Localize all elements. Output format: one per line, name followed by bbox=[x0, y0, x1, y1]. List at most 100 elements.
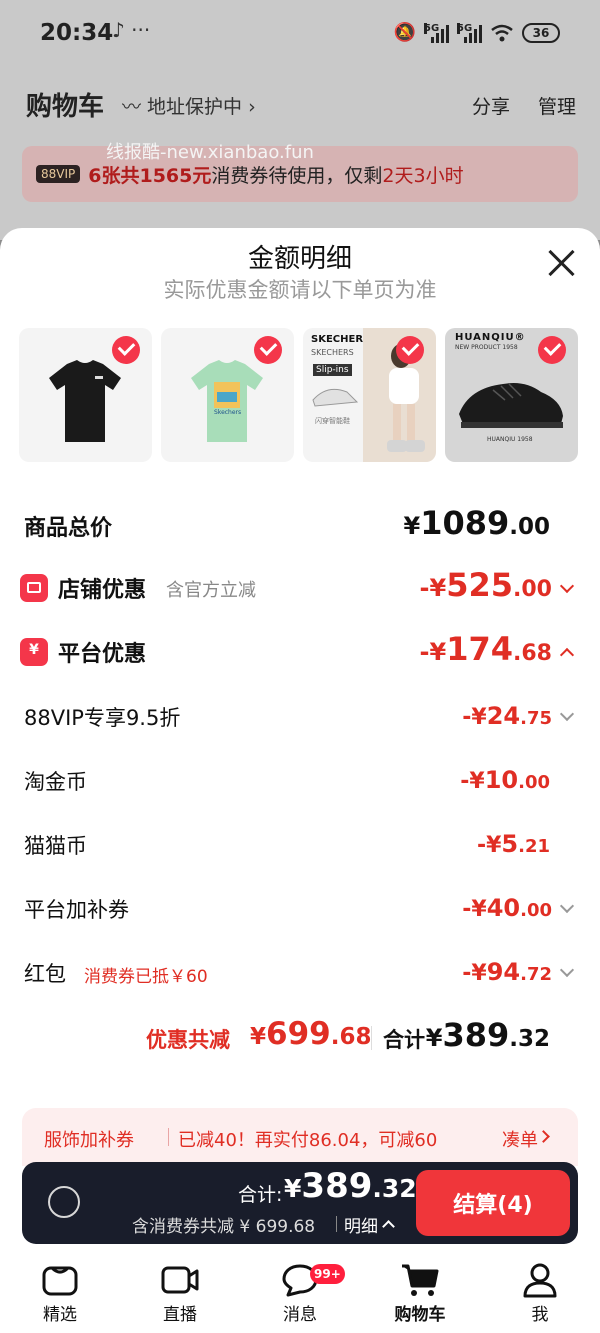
wifi-icon bbox=[491, 24, 513, 41]
row-platform-coupon[interactable]: 平台加补券 -¥ 40.00 bbox=[0, 894, 600, 930]
vip-discount-value: -¥ 24.75 bbox=[462, 702, 575, 730]
divider bbox=[336, 1216, 337, 1232]
unread-badge: 99+ bbox=[310, 1264, 345, 1284]
black-tshirt-image bbox=[49, 360, 121, 442]
video-icon bbox=[161, 1266, 199, 1294]
vip-time-left: 2天3小时 bbox=[382, 164, 464, 187]
goods-total-value: ¥1089.00 bbox=[403, 504, 550, 542]
promo-title: 服饰加补券 bbox=[44, 1130, 134, 1151]
user-icon bbox=[523, 1263, 557, 1298]
goods-total-label: 商品总价 bbox=[24, 516, 113, 541]
vip-discount-label: 88VIP专享9.5折 bbox=[24, 706, 181, 730]
platform-coupon-label: 平台加补券 bbox=[24, 898, 129, 922]
product-footnote: HUANQIU 1958 bbox=[487, 436, 533, 443]
row-goods-total: 商品总价 ¥1089.00 bbox=[0, 504, 600, 550]
discount-summary: 优惠共减 ¥699.68 合计 ¥389.32 bbox=[0, 1016, 600, 1056]
tab-me[interactable]: 我 bbox=[480, 1258, 600, 1333]
row-store-discount[interactable]: 店铺优惠 含官方立减 -¥ 525.00 bbox=[0, 566, 600, 612]
battery-icon: 36 bbox=[522, 22, 560, 43]
tab-label: 精选 bbox=[43, 1305, 77, 1325]
store-discount-value: -¥ 525.00 bbox=[420, 566, 575, 604]
red-packet-label: 红包 bbox=[24, 962, 66, 986]
eye-closed-icon: 〰 bbox=[122, 96, 148, 118]
product-thumb-black-tee[interactable] bbox=[19, 328, 152, 462]
select-all-radio[interactable] bbox=[48, 1186, 80, 1218]
discount-total-label: 优惠共减 bbox=[146, 1028, 230, 1052]
chevron-down-icon bbox=[559, 706, 575, 722]
chevron-down-icon bbox=[559, 578, 575, 594]
manage-button[interactable]: 管理 bbox=[538, 92, 576, 119]
coupon-icon: ¥ bbox=[20, 638, 48, 666]
address-protect-label: 地址保护中 › bbox=[147, 96, 256, 118]
tab-live[interactable]: 直播 bbox=[120, 1258, 240, 1333]
cart-title: 购物车 bbox=[26, 92, 105, 122]
add-items-link[interactable]: 凑单 bbox=[502, 1126, 538, 1152]
divider bbox=[168, 1128, 169, 1146]
discount-total-value: ¥699.68 bbox=[250, 1016, 372, 1052]
row-tao-coin: 淘金币 -¥ 10.00 bbox=[0, 766, 600, 802]
status-notification-icons: ♪ ··· bbox=[112, 18, 151, 42]
row-88vip[interactable]: 88VIP专享9.5折 -¥ 24.75 bbox=[0, 702, 600, 738]
status-indicators: 🔕 5G 5G 36 bbox=[394, 22, 560, 43]
product-thumb-green-tee[interactable]: Skechers bbox=[161, 328, 294, 462]
promo-text: 已减40！再实付86.04，可减60 bbox=[178, 1130, 438, 1151]
tao-coin-value: -¥ 10.00 bbox=[460, 766, 550, 794]
cart-header: 购物车 〰 地址保护中 › 分享 管理 bbox=[26, 86, 576, 126]
checkout-discount-note: 含消费券共减 ¥ 699.68 bbox=[132, 1217, 316, 1237]
row-cat-coin: 猫猫币 -¥ 5.21 bbox=[0, 830, 600, 866]
chevron-right-icon bbox=[537, 1130, 550, 1143]
chevron-down-icon bbox=[559, 962, 575, 978]
tab-label: 直播 bbox=[163, 1305, 197, 1325]
green-tee-brand: Skechers bbox=[214, 409, 241, 416]
amount-detail-sheet: 金额明细 实际优惠金额请以下单页为准 Skechers SKECHERS SKE… bbox=[0, 228, 600, 1333]
selected-check-icon[interactable] bbox=[112, 336, 140, 364]
tab-featured[interactable]: 精选 bbox=[0, 1258, 120, 1333]
tab-label: 消息 bbox=[283, 1305, 317, 1325]
tao-coin-label: 淘金币 bbox=[24, 770, 87, 794]
platform-discount-label: 平台优惠 bbox=[58, 642, 147, 667]
chevron-up-icon bbox=[382, 1220, 395, 1233]
tab-cart[interactable]: 购物车 bbox=[360, 1258, 480, 1333]
featured-icon bbox=[42, 1266, 78, 1296]
status-bar: 20:34 ♪ ··· 🔕 5G 5G 36 bbox=[0, 0, 600, 70]
chevron-up-icon bbox=[559, 647, 575, 663]
sheet-subtitle: 实际优惠金额请以下单页为准 bbox=[163, 278, 437, 302]
store-discount-label: 店铺优惠 bbox=[58, 578, 147, 603]
share-button[interactable]: 分享 bbox=[472, 92, 510, 119]
cart-page-background: 20:34 ♪ ··· 🔕 5G 5G 36 购物车 〰 地址保护中 › 分享 … bbox=[0, 0, 600, 240]
vip-coupon-count: 6张共1565元 bbox=[88, 164, 212, 187]
cat-coin-label: 猫猫币 bbox=[24, 834, 87, 858]
store-discount-note: 含官方立减 bbox=[166, 580, 256, 601]
product-footnote: 闪穿智能鞋 bbox=[315, 417, 350, 425]
row-platform-discount[interactable]: ¥ 平台优惠 -¥ 174.68 bbox=[0, 630, 600, 676]
status-time: 20:34 bbox=[40, 20, 114, 46]
checkout-detail-toggle[interactable]: 明细 bbox=[344, 1212, 378, 1237]
tab-label: 我 bbox=[531, 1305, 549, 1325]
row-red-packet[interactable]: 红包 消费券已抵￥60 -¥ 94.72 bbox=[0, 958, 600, 994]
total-value: ¥389.32 bbox=[425, 1016, 550, 1054]
selected-check-icon[interactable] bbox=[254, 336, 282, 364]
product-thumb-black-shoe[interactable]: HUANQIU® NEW PRODUCT 1958 HUANQIU 1958 bbox=[445, 328, 578, 462]
apparel-coupon-promo: 服饰加补券 已减40！再实付86.04，可减60 凑单 bbox=[22, 1108, 578, 1166]
sheet-title: 金额明细 bbox=[247, 244, 352, 274]
divider bbox=[371, 1026, 372, 1050]
settle-button[interactable]: 结算(4) bbox=[416, 1170, 570, 1236]
red-packet-note: 消费券已抵￥60 bbox=[84, 967, 208, 987]
signal-icon: 5G bbox=[424, 22, 449, 43]
product-thumbnails: Skechers SKECHERS SKECHERS Slip-ins 闪穿智能… bbox=[19, 328, 581, 464]
selected-check-icon[interactable] bbox=[396, 336, 424, 364]
chevron-down-icon bbox=[559, 898, 575, 914]
green-tshirt-image: Skechers bbox=[191, 360, 263, 442]
cat-coin-value: -¥ 5.21 bbox=[476, 830, 550, 858]
product-thumb-skechers-sneaker[interactable]: SKECHERS SKECHERS Slip-ins 闪穿智能鞋 bbox=[303, 328, 436, 462]
selected-check-icon[interactable] bbox=[538, 336, 566, 364]
mute-icon: 🔕 bbox=[393, 22, 416, 43]
tab-messages[interactable]: 99+ 消息 bbox=[240, 1258, 360, 1333]
platform-coupon-value: -¥ 40.00 bbox=[462, 894, 575, 922]
checkout-total-label: 合计: bbox=[238, 1184, 283, 1206]
close-icon[interactable] bbox=[546, 248, 576, 278]
bottom-tab-bar: 精选 直播 99+ 消息 购物车 我 bbox=[0, 1258, 600, 1333]
tab-label: 购物车 bbox=[394, 1305, 446, 1325]
checkout-total-value: ¥389.32 bbox=[284, 1166, 417, 1206]
address-protect-link[interactable]: 〰 地址保护中 › bbox=[122, 92, 256, 119]
